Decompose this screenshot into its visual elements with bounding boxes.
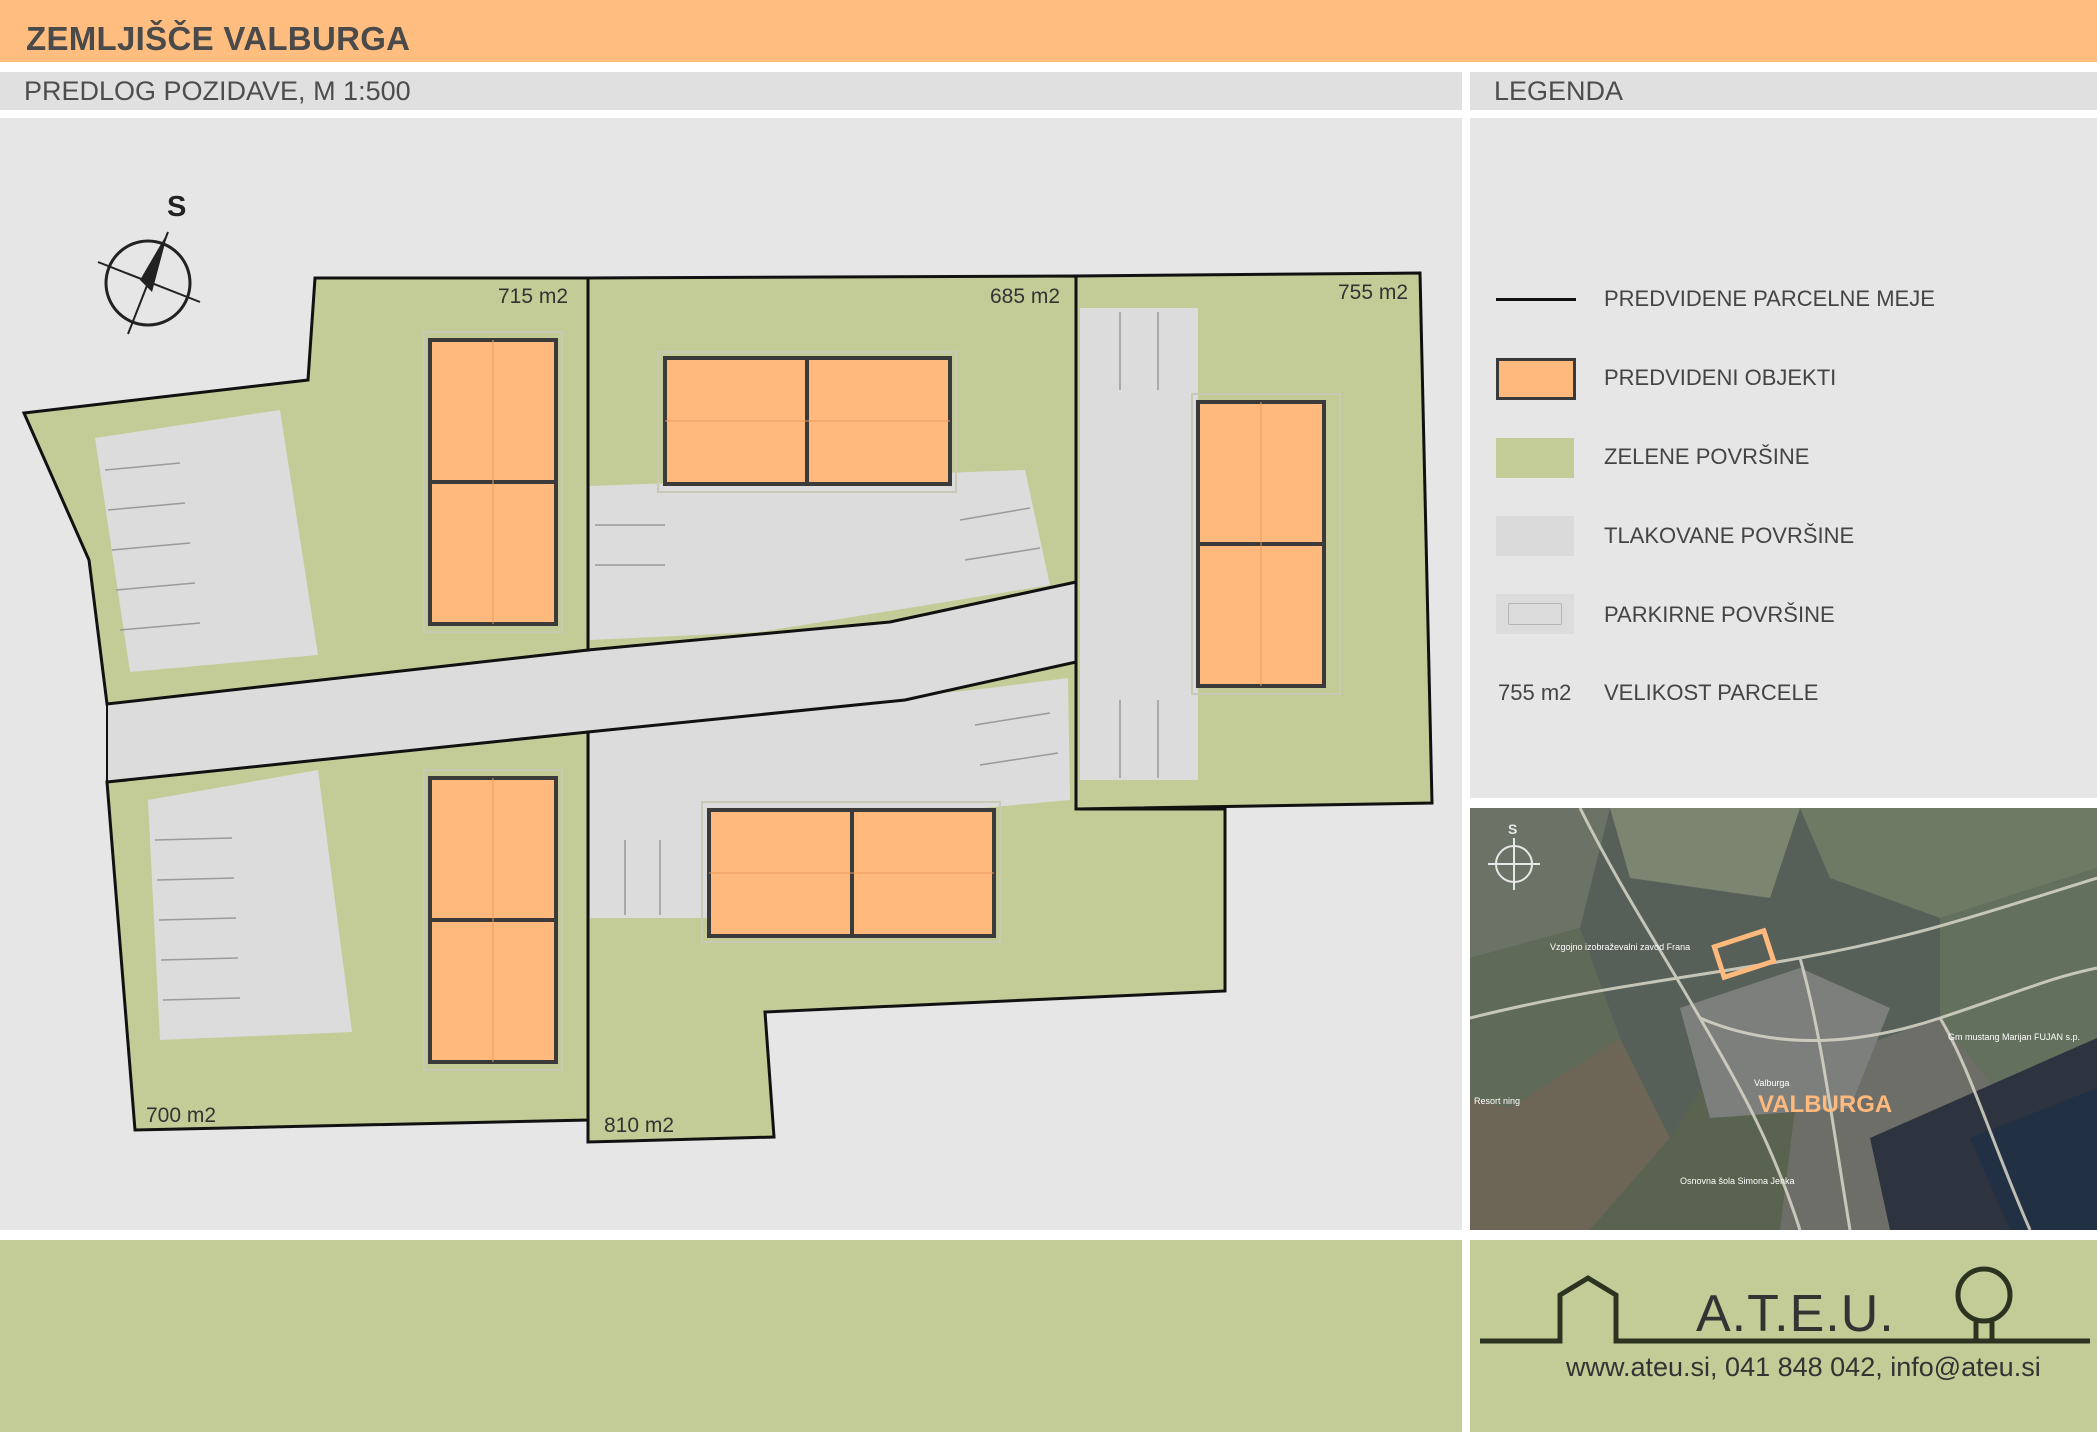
poi-label: Osnovna šola Simona Jenka <box>1680 1176 1795 1186</box>
parking-area-nw <box>95 410 318 672</box>
parking-area-e <box>1080 308 1198 780</box>
site-plan-panel: 715 m2 685 m2 755 m2 700 m2 810 m2 S <box>0 118 1462 1230</box>
map-compass-label: S <box>1508 821 1517 837</box>
legend-panel: PREDVIDENE PARCELNE MEJE PREDVIDENI OBJE… <box>1470 118 2097 798</box>
parcel-area-label-s-center: 810 m2 <box>604 1114 674 1137</box>
legend-swatch-buildings <box>1496 358 1576 400</box>
compass-label: S <box>167 191 186 223</box>
legend-label-paved: TLAKOVANE POVRŠINE <box>1604 523 1855 548</box>
poi-label: Vzgojno izobraževalni zavod Frana <box>1550 942 1690 952</box>
aerial-photo: S Vzgojno izobraževalni zavod Frana Gm m… <box>1470 808 2097 1230</box>
parcel-area-label-n-center: 685 m2 <box>990 285 1060 308</box>
footer-logo-panel: A.T.E.U. www.ateu.si, 041 848 042, info@… <box>1470 1240 2097 1432</box>
parcel-area-label-sw: 700 m2 <box>146 1104 216 1127</box>
legend-label-boundary: PREDVIDENE PARCELNE MEJE <box>1604 286 1935 311</box>
legend-swatch-green <box>1496 438 1574 478</box>
parcel-area-label-nw: 715 m2 <box>498 285 568 308</box>
legend-label-parking: PARKIRNE POVRŠINE <box>1604 602 1835 627</box>
legend-swatch-boundary <box>1496 298 1576 301</box>
parcel-area-label-e: 755 m2 <box>1338 281 1408 304</box>
legend-label-buildings: PREDVIDENI OBJEKTI <box>1604 365 1837 390</box>
plan-subtitle: PREDLOG POZIDAVE, M 1:500 <box>24 76 411 106</box>
page-title: ZEMLJIŠČE VALBURGA <box>26 20 411 57</box>
footer-green-panel <box>0 1240 1462 1432</box>
legend-subtitle: LEGENDA <box>1494 76 1624 106</box>
poi-label: Resort ning <box>1474 1096 1520 1106</box>
compass-icon: S <box>97 191 201 335</box>
ateu-logo-text: A.T.E.U. <box>1696 1285 1895 1343</box>
legend-swatch-paved <box>1496 516 1574 556</box>
legend-swatch-parking <box>1496 594 1574 634</box>
map-place-label: VALBURGA <box>1758 1091 1892 1118</box>
site-plan: 715 m2 685 m2 755 m2 700 m2 810 m2 S <box>21 191 1434 1144</box>
legend-label-green: ZELENE POVRŠINE <box>1604 444 1810 469</box>
legend-label-size: VELIKOST PARCELE <box>1604 680 1819 705</box>
poi-label: Gm mustang Marijan FUJAN s.p. <box>1948 1032 2080 1042</box>
footer-contact: www.ateu.si, 041 848 042, info@ateu.si <box>1566 1352 2041 1382</box>
poi-label: Valburga <box>1754 1078 1789 1088</box>
location-map: S Vzgojno izobraževalni zavod Frana Gm m… <box>1470 808 2097 1230</box>
legend-sample-size: 755 m2 <box>1498 680 1572 705</box>
